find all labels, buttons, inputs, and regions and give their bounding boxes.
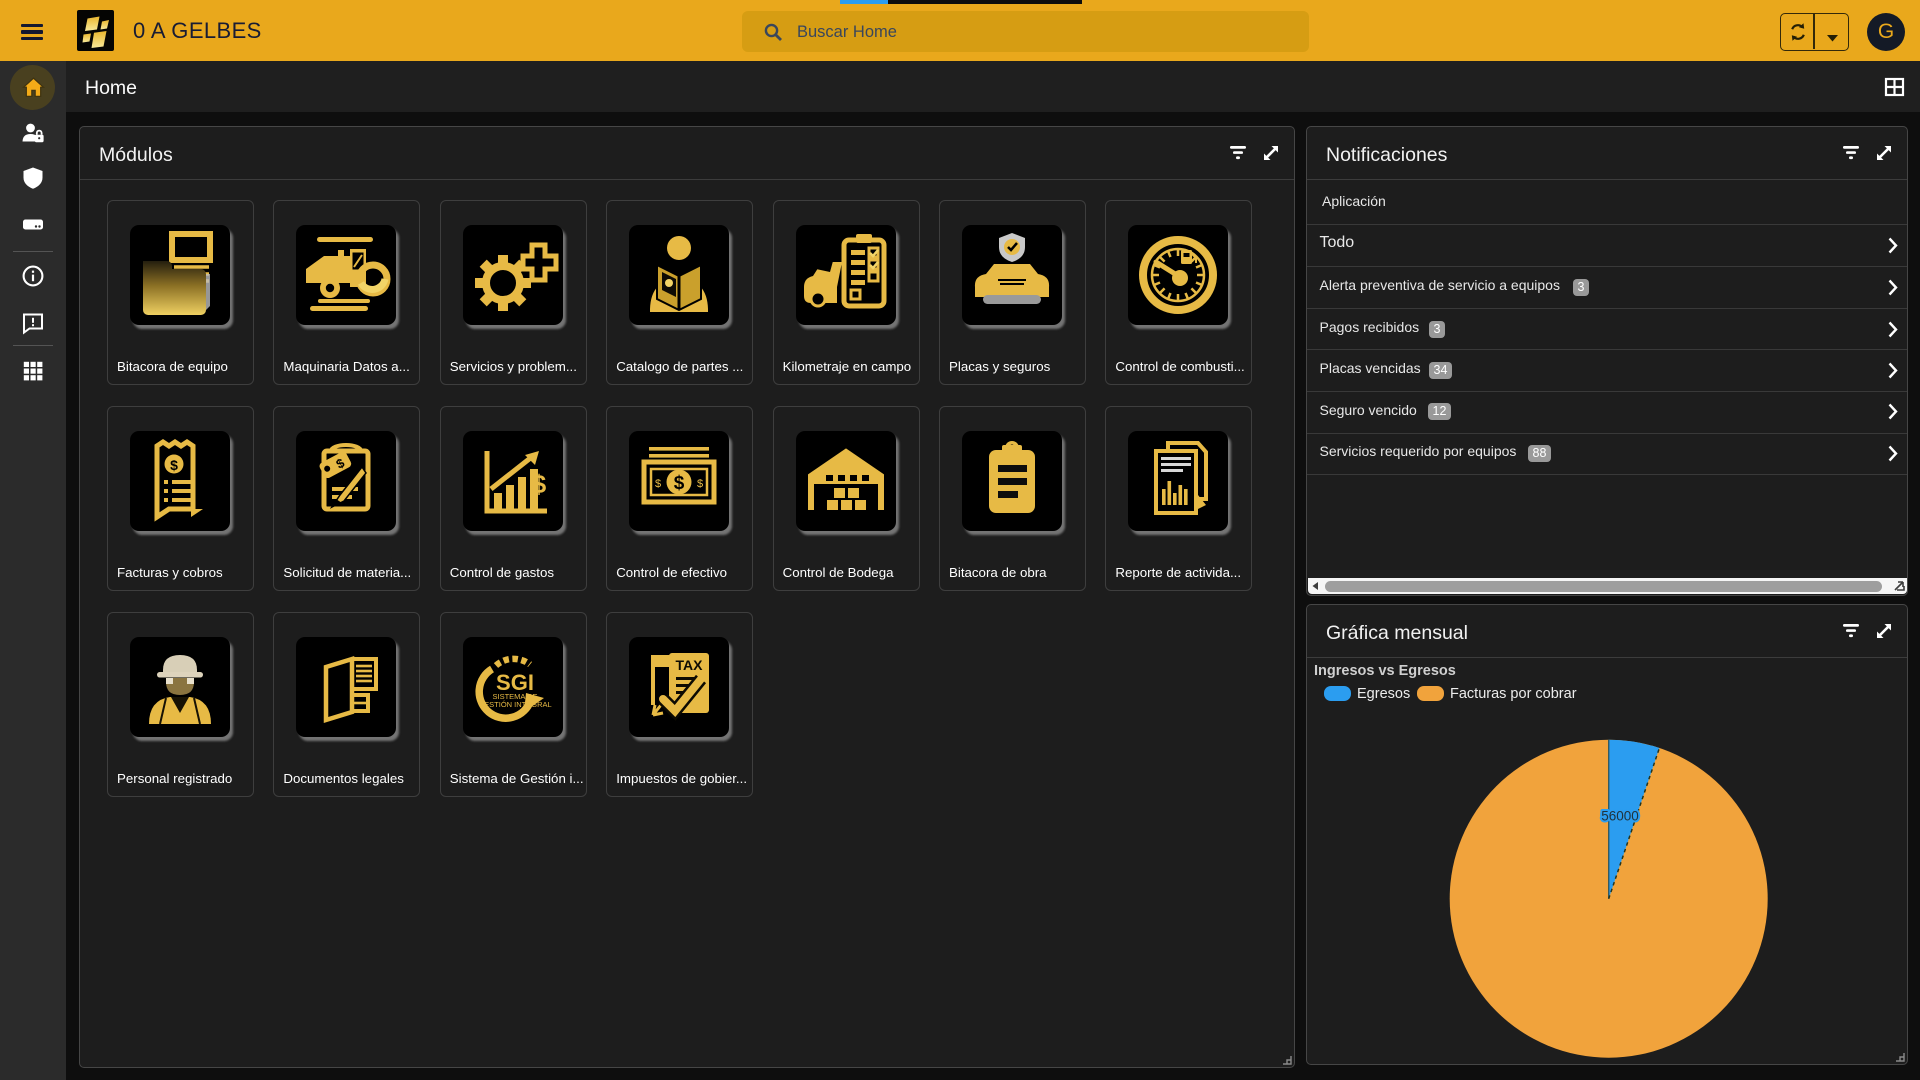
- svg-text:TAX: TAX: [676, 657, 704, 673]
- svg-text:$: $: [532, 469, 547, 499]
- svg-text:$: $: [674, 473, 685, 494]
- svg-text:GESTIÓN INTEGRAL: GESTIÓN INTEGRAL: [478, 700, 551, 709]
- svg-text:56000: 56000: [1601, 809, 1639, 824]
- svg-text:$: $: [170, 457, 178, 473]
- svg-text:$: $: [655, 478, 661, 490]
- svg-text:$: $: [697, 478, 703, 490]
